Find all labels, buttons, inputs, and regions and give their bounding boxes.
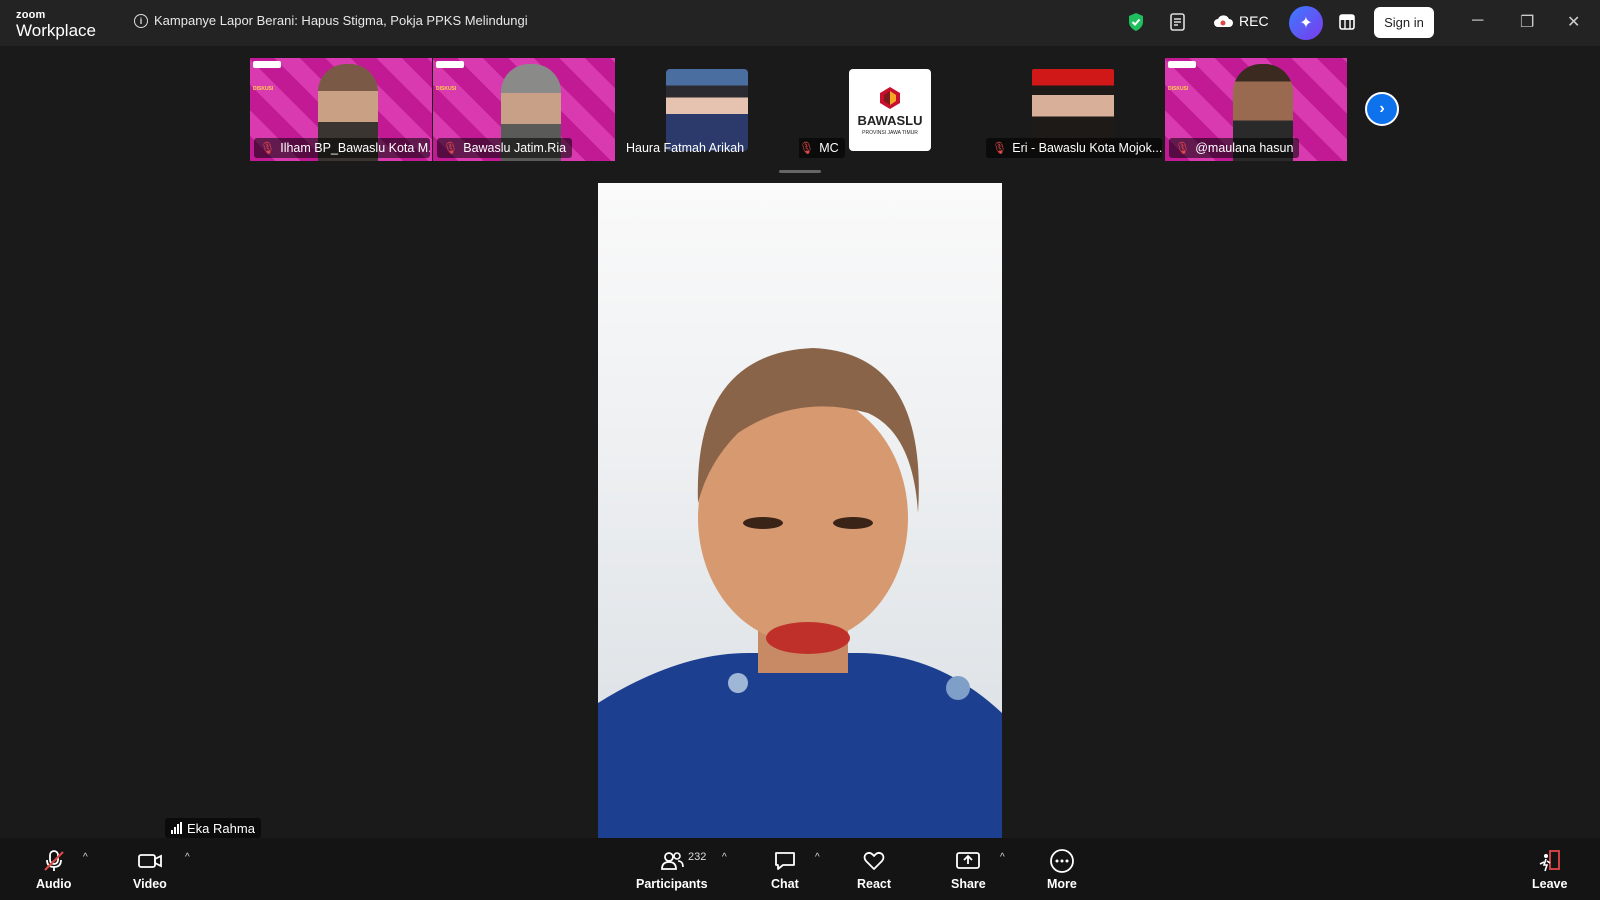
participant-name: Haura Fatmah Arikah [626,141,745,155]
meeting-toolbar: Audio ^ Video ^ Participants 232 ^ Chat … [0,838,1600,900]
share-options-caret-icon[interactable]: ^ [1000,852,1005,863]
meeting-info[interactable]: i Kampanye Lapor Berani: Hapus Stigma, P… [134,13,528,28]
video-camera-icon [138,854,162,868]
heart-icon [863,851,885,870]
chat-button[interactable]: Chat [771,848,799,891]
participant-name-tag: 🎙 Bawaslu Jatim.Ria [437,138,573,158]
leave-button[interactable]: Leave [1532,848,1567,891]
video-label: Video [133,877,167,891]
share-label: Share [951,877,986,891]
participant-name-tag: 🎙 @maulana hasun [1169,138,1300,158]
react-button[interactable]: React [857,848,891,891]
slide-thumbnail: DISKUSI [253,61,307,121]
chat-bubble-icon [774,852,795,870]
strip-resize-handle[interactable] [779,170,821,173]
participants-options-caret-icon[interactable]: ^ [722,852,727,863]
chat-label: Chat [771,877,799,891]
participant-name: Bawaslu Jatim.Ria [463,141,567,155]
participant-tile[interactable]: BAWASLU PROVINSI JAWA TIMUR 🎙 MC [799,58,981,161]
share-button[interactable]: Share [951,848,986,891]
close-icon[interactable]: ✕ [1567,12,1580,32]
chevron-right-icon: › [1379,100,1385,117]
participant-name-tag: 🎙 MC [799,138,845,158]
video-options-caret-icon[interactable]: ^ [185,852,190,863]
active-speaker-name-tag: Eka Rahma [165,818,261,838]
participants-count: 232 [688,851,707,863]
restore-icon[interactable]: ❐ [1520,12,1534,32]
meeting-stage: DISKUSI 🎙 Ilham BP_Bawaslu Kota M... DIS… [0,46,1600,838]
share-screen-icon [956,852,981,869]
logo-product-name: Workplace [16,21,96,40]
logo-title: BAWASLU [857,112,923,128]
more-button[interactable]: More [1047,848,1077,891]
active-speaker-video[interactable] [598,183,1002,838]
sign-in-button[interactable]: Sign in [1374,7,1434,38]
encryption-shield-icon[interactable] [1127,12,1145,37]
cloud-record-icon [1214,15,1233,27]
video-button[interactable]: Video [133,848,167,891]
participant-tile[interactable]: 🎙 Eri - Bawaslu Kota Mojok... [982,58,1164,161]
participant-name-tag: Haura Fatmah Arikah [620,138,750,158]
slide-thumbnail: DISKUSI [436,61,490,121]
participant-tile[interactable]: DISKUSI 🎙 Bawaslu Jatim.Ria [433,58,615,161]
logo-subtitle: PROVINSI JAWA TIMUR [862,129,918,136]
chat-options-caret-icon[interactable]: ^ [815,852,820,863]
participants-label: Participants [636,877,708,891]
mic-muted-icon: 🎙 [1175,141,1191,155]
participant-name: @maulana hasun [1195,141,1294,155]
info-icon[interactable]: i [134,13,148,28]
participant-name: MC [819,141,839,155]
react-label: React [857,877,892,891]
bawaslu-emblem-icon [880,86,900,109]
meeting-title: Kampanye Lapor Berani: Hapus Stigma, Pok… [154,13,528,28]
mic-muted-icon [43,850,64,871]
audio-options-caret-icon[interactable]: ^ [83,852,88,863]
next-page-button[interactable]: › [1365,92,1399,126]
zoom-workplace-logo: zoom Workplace [16,9,96,40]
bawaslu-logo: BAWASLU PROVINSI JAWA TIMUR [849,69,931,151]
mic-muted-icon: 🎙 [799,141,815,155]
more-options-icon [1050,849,1074,873]
logo-small-text: zoom [16,9,46,21]
cloud-recording-indicator[interactable]: REC [1213,13,1269,29]
title-bar: zoom Workplace i Kampanye Lapor Berani: … [0,0,1600,46]
participant-tile[interactable]: Haura Fatmah Arikah [616,58,798,161]
rec-label: REC [1239,13,1269,29]
sparkle-icon: ✦ [1299,15,1313,32]
active-speaker-name: Eka Rahma [187,820,255,836]
speaker-video-frame [598,348,1002,838]
leave-label: Leave [1532,877,1568,891]
ai-companion-button[interactable]: ✦ [1289,6,1323,40]
participant-name-tag: 🎙 Eri - Bawaslu Kota Mojok... [986,138,1162,158]
apps-icon[interactable] [1338,13,1356,36]
participant-strip: DISKUSI 🎙 Ilham BP_Bawaslu Kota M... DIS… [250,58,1402,161]
minimize-icon[interactable]: ─ [1472,12,1483,30]
participant-name: Eri - Bawaslu Kota Mojok... [1012,141,1162,155]
audio-button[interactable]: Audio [36,848,71,891]
signal-strength-icon [171,822,182,834]
mic-muted-icon: 🎙 [992,141,1008,155]
more-label: More [1047,877,1077,891]
leave-door-icon [1539,850,1560,872]
participant-tile[interactable]: DISKUSI 🎙 Ilham BP_Bawaslu Kota M... [250,58,432,161]
audio-label: Audio [36,877,72,891]
mic-muted-icon: 🎙 [260,141,276,155]
slide-thumbnail: DISKUSI [1168,61,1222,121]
mic-muted-icon: 🎙 [443,141,459,155]
participant-name: Ilham BP_Bawaslu Kota M... [280,141,430,155]
participants-icon [660,852,684,870]
participant-tile[interactable]: DISKUSI 🎙 @maulana hasun [1165,58,1347,161]
participant-name-tag: 🎙 Ilham BP_Bawaslu Kota M... [254,138,430,158]
notes-icon[interactable] [1168,12,1188,37]
